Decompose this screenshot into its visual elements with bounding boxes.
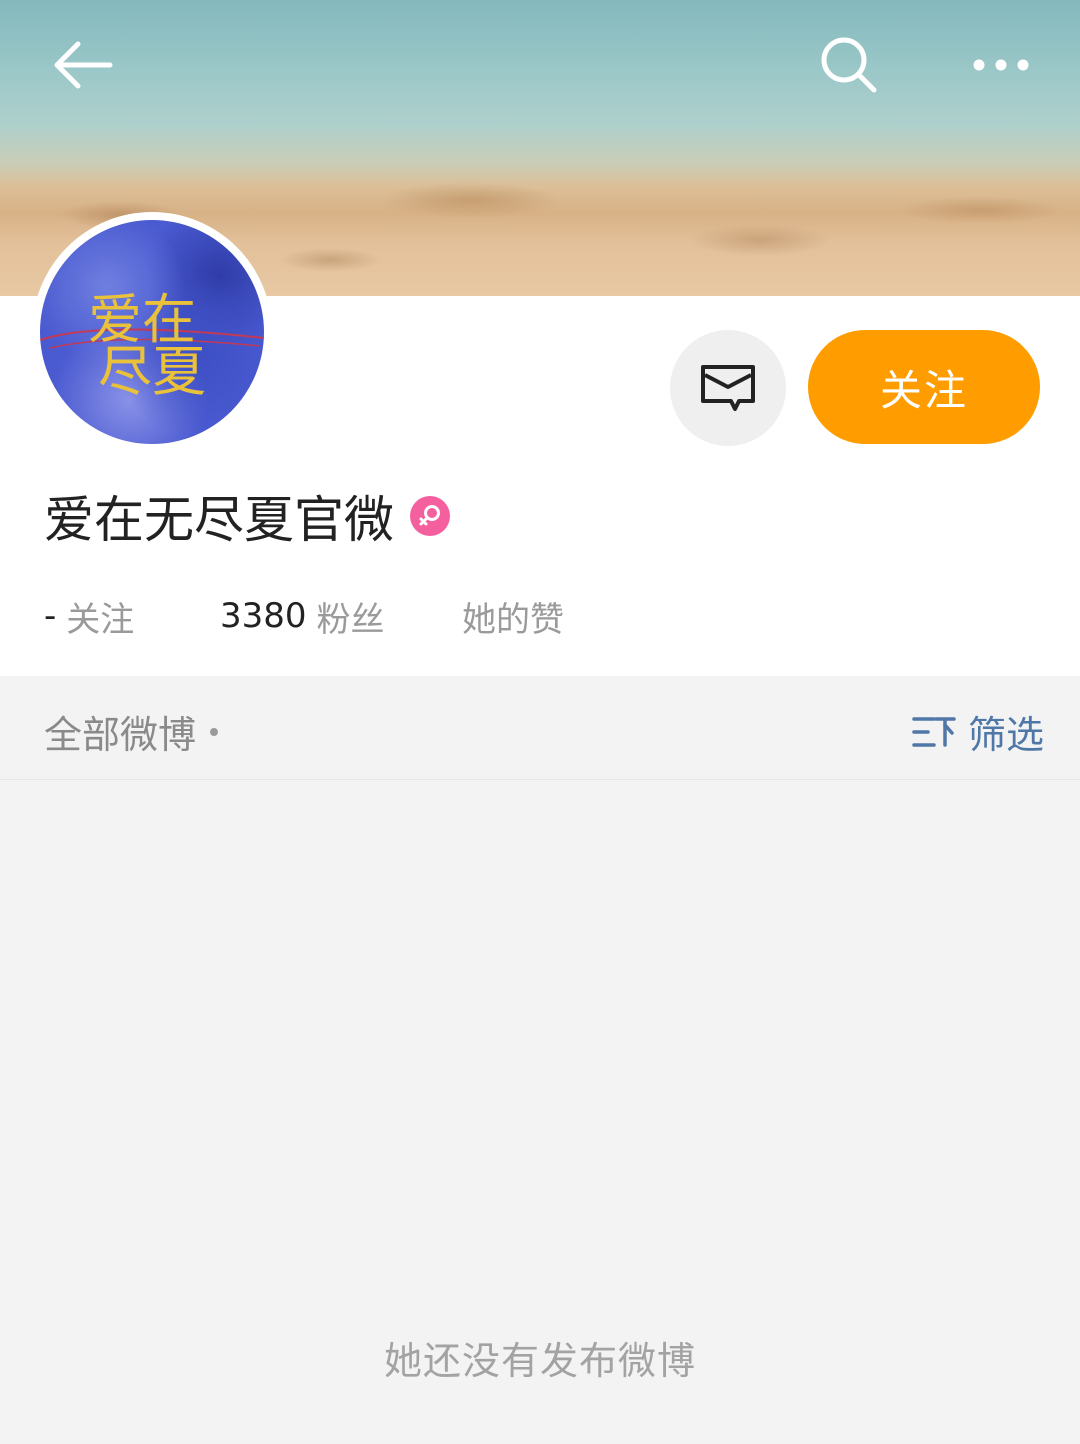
followers-label: 粉丝	[316, 599, 385, 640]
feed-filter-bar: 全部微博 筛选	[0, 676, 1080, 780]
filter-label: 筛选	[967, 713, 1044, 757]
filter-button[interactable]: 筛选	[912, 704, 1044, 759]
follow-button[interactable]: 关注	[808, 330, 1040, 444]
search-icon[interactable]	[814, 30, 884, 100]
filter-icon	[912, 715, 956, 749]
likes-label: 她的赞	[462, 599, 564, 640]
message-icon	[701, 365, 755, 411]
stat-following[interactable]: - 关注	[44, 592, 134, 640]
message-button[interactable]	[670, 330, 786, 446]
empty-state-message: 她还没有发布微博	[383, 1339, 696, 1383]
follow-button-label: 关注	[879, 365, 968, 415]
followers-count: 3380	[220, 596, 307, 636]
avatar[interactable]: 爱在 尽夏	[32, 212, 272, 452]
all-weibo-label: 全部微博	[44, 713, 197, 757]
profile-name: 爱在无尽夏官微	[44, 491, 394, 549]
following-count: -	[44, 596, 57, 636]
back-arrow-icon[interactable]	[48, 30, 118, 100]
all-weibo-tab[interactable]: 全部微博	[44, 704, 219, 759]
profile-stats: - 关注 3380 粉丝 她的赞	[0, 592, 1080, 640]
profile-name-row: 爱在无尽夏官微	[44, 484, 450, 549]
dropdown-dot-icon	[210, 727, 219, 736]
more-dots-icon[interactable]	[966, 30, 1036, 100]
female-icon	[410, 496, 450, 536]
svg-text:尽夏: 尽夏	[98, 340, 206, 403]
following-label: 关注	[66, 599, 135, 640]
stat-followers[interactable]: 3380 粉丝	[220, 592, 385, 640]
stat-likes[interactable]: 她的赞	[462, 592, 564, 640]
avatar-image: 爱在 尽夏	[40, 220, 264, 444]
